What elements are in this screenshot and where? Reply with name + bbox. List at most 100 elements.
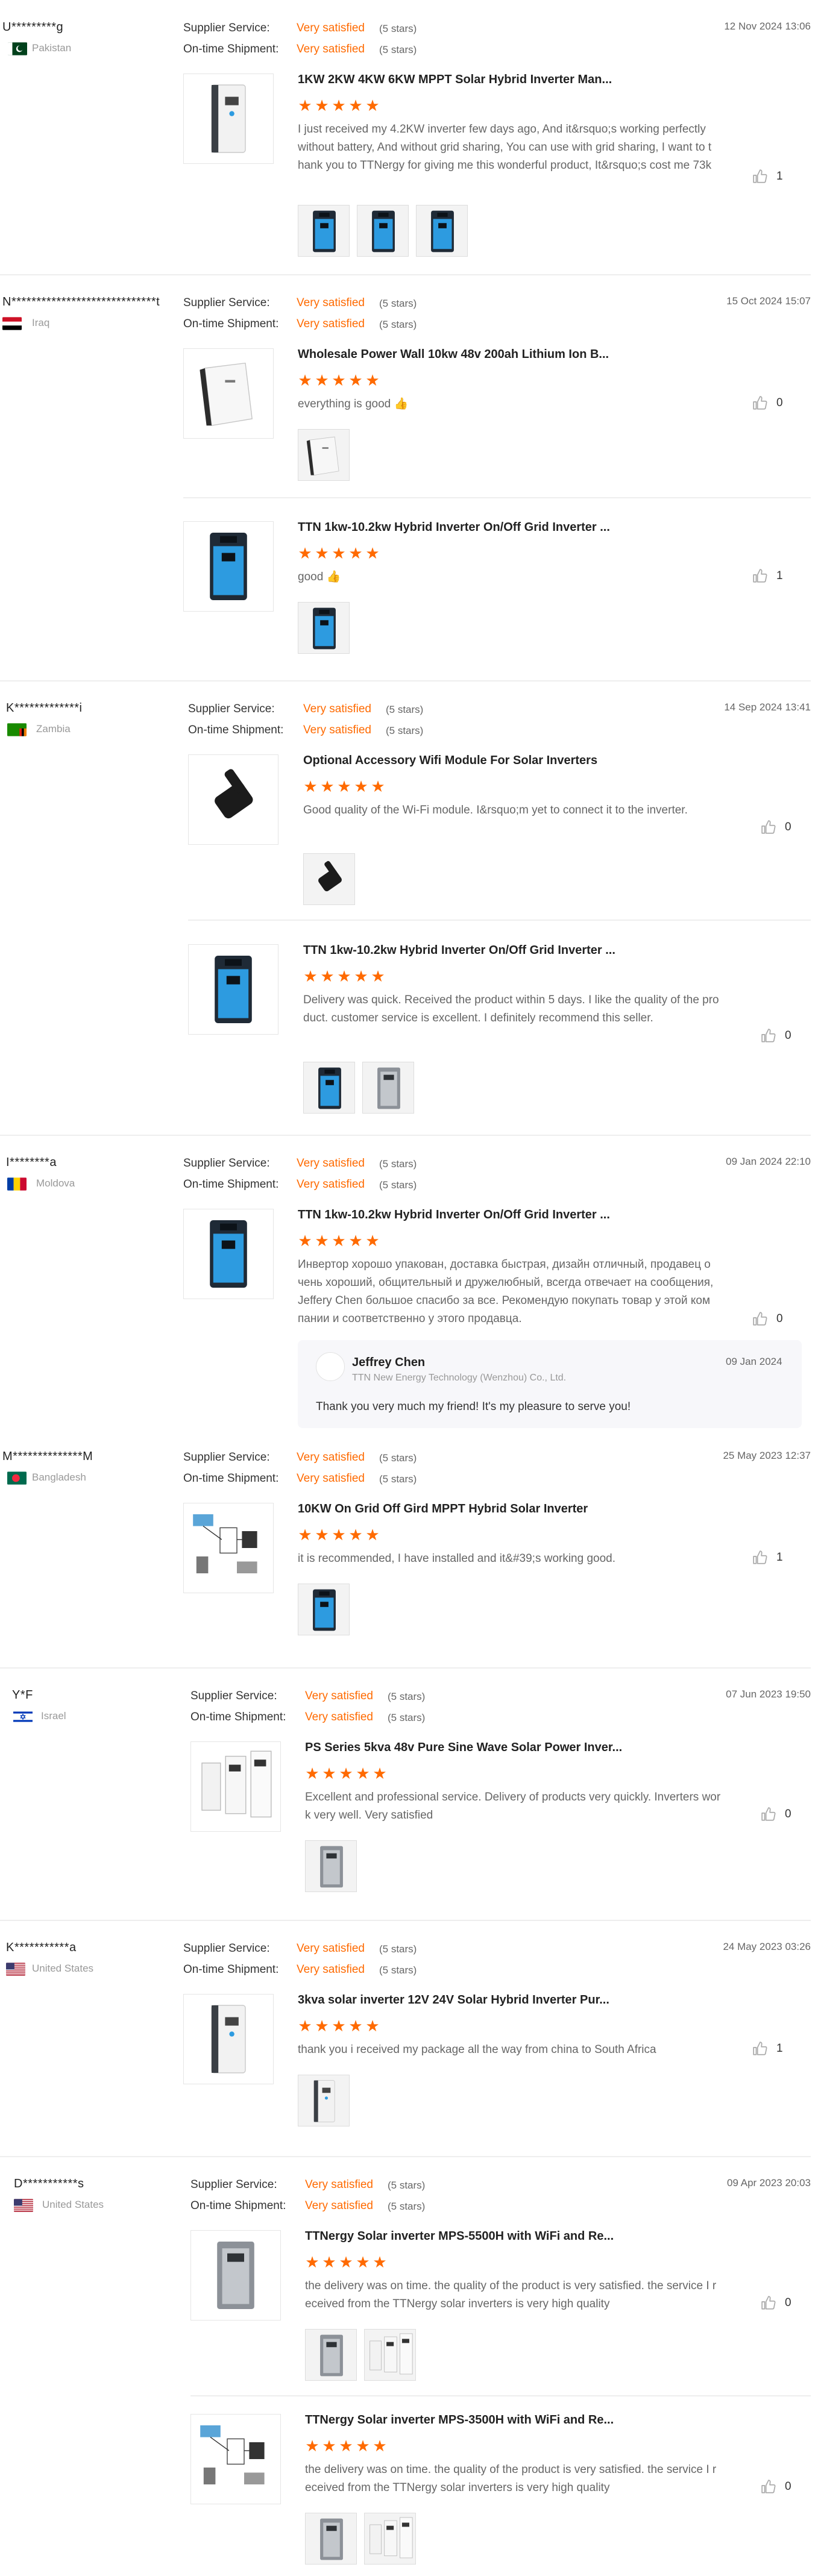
star-icon: ★ <box>365 544 380 562</box>
review-date: 09 Jan 2024 22:10 <box>726 1156 811 1167</box>
star-icon: ★ <box>371 777 385 795</box>
system-diagram-image <box>186 1506 271 1590</box>
ontime-shipment-label: On-time Shipment: <box>183 43 279 55</box>
product-title-link[interactable]: TTN 1kw-10.2kw Hybrid Inverter On/Off Gr… <box>303 944 615 957</box>
like-count: 0 <box>776 396 783 409</box>
review-photo[interactable] <box>298 1584 350 1635</box>
pakistan-flag-icon <box>8 42 27 55</box>
like-button[interactable]: 0 <box>752 1311 783 1327</box>
like-button[interactable]: 0 <box>761 1807 791 1822</box>
bangladesh-flag-icon <box>7 1471 27 1485</box>
like-button[interactable]: 1 <box>752 568 783 584</box>
zambia-flag-icon <box>7 723 27 736</box>
star-icon: ★ <box>371 967 385 985</box>
review-photo[interactable] <box>298 205 350 257</box>
ontime-shipment-stars: (5 stars) <box>379 319 417 330</box>
buyer-name: M**************M <box>2 1450 93 1463</box>
product-title-link[interactable]: Wholesale Power Wall 10kw 48v 200ah Lith… <box>298 348 609 362</box>
thumbs-up-icon <box>761 2295 776 2311</box>
star-icon: ★ <box>337 777 351 795</box>
product-title-link[interactable]: TTNergy Solar inverter MPS-5500H with Wi… <box>305 2230 614 2243</box>
product-thumbnail[interactable] <box>188 754 278 845</box>
thumbs-up-icon <box>761 1807 776 1822</box>
review-date: 07 Jun 2023 19:50 <box>726 1688 811 1700</box>
review-photo[interactable] <box>305 2329 357 2381</box>
review-photo[interactable] <box>357 205 409 257</box>
buyer-country: United States <box>42 2199 104 2210</box>
review-photo[interactable] <box>303 853 355 905</box>
product-title-link[interactable]: TTNergy Solar inverter MPS-3500H with Wi… <box>305 2413 614 2427</box>
review-text: I just received my 4.2KW inverter few da… <box>298 123 712 172</box>
like-button[interactable]: 0 <box>761 2295 791 2311</box>
review-divider <box>0 1920 811 1921</box>
like-count: 1 <box>776 2042 783 2055</box>
product-title-link[interactable]: 3kva solar inverter 12V 24V Solar Hybrid… <box>298 1993 609 2007</box>
inverter-image <box>186 77 271 161</box>
like-button[interactable]: 0 <box>761 819 791 835</box>
product-thumbnail[interactable] <box>190 2230 281 2321</box>
product-title-link[interactable]: Optional Accessory Wifi Module For Solar… <box>303 754 597 768</box>
review-photo[interactable] <box>298 602 350 654</box>
supplier-service-value: Very satisfied <box>305 2178 373 2191</box>
like-count: 1 <box>776 569 783 582</box>
review-photo[interactable] <box>362 1062 414 1114</box>
supplier-service-stars: (5 stars) <box>386 704 424 715</box>
product-thumbnail[interactable] <box>183 1209 274 1299</box>
star-icon: ★ <box>320 777 335 795</box>
product-title-link[interactable]: PS Series 5kva 48v Pure Sine Wave Solar … <box>305 1741 622 1755</box>
inverter-set-image <box>193 1744 278 1829</box>
supplier-service-stars: (5 stars) <box>388 1691 426 1702</box>
review-photo[interactable] <box>416 205 468 257</box>
review-photo[interactable] <box>303 1062 355 1114</box>
product-thumbnail[interactable] <box>183 521 274 612</box>
buyer-name: N*****************************t <box>2 295 160 309</box>
product-title-link[interactable]: TTN 1kw-10.2kw Hybrid Inverter On/Off Gr… <box>298 521 610 534</box>
star-icon: ★ <box>339 2253 353 2271</box>
supplier-service-label: Supplier Service: <box>190 1690 277 1702</box>
ontime-shipment-value: Very satisfied <box>297 318 365 330</box>
review-photo[interactable] <box>364 2513 416 2565</box>
product-thumbnail[interactable] <box>183 348 274 439</box>
like-button[interactable]: 1 <box>752 169 783 184</box>
product-thumbnail[interactable] <box>190 1741 281 1832</box>
review-photo[interactable] <box>305 1840 357 1892</box>
review-photo[interactable] <box>305 2513 357 2565</box>
star-icon: ★ <box>305 1764 319 1782</box>
like-count: 1 <box>776 1551 783 1564</box>
like-button[interactable]: 1 <box>752 1550 783 1565</box>
star-icon: ★ <box>332 96 346 114</box>
product-thumbnail[interactable] <box>190 2414 281 2504</box>
buyer-name: D***********s <box>14 2177 84 2190</box>
star-icon: ★ <box>373 2253 387 2271</box>
product-title-link[interactable]: 1KW 2KW 4KW 6KW MPPT Solar Hybrid Invert… <box>298 73 612 87</box>
buyer-country: Zambia <box>36 723 71 735</box>
supplier-service-stars: (5 stars) <box>379 1452 417 1464</box>
ontime-shipment-stars: (5 stars) <box>379 1179 417 1191</box>
ontime-shipment-value: Very satisfied <box>305 2199 373 2212</box>
powerwall-image <box>186 351 271 436</box>
seller-avatar <box>316 1352 345 1381</box>
product-thumbnail[interactable] <box>188 944 278 1035</box>
product-title-link[interactable]: TTN 1kw-10.2kw Hybrid Inverter On/Off Gr… <box>298 1208 610 1222</box>
rating-stars: ★ ★ ★ ★ ★ <box>305 2253 387 2271</box>
buyer-name: K*************i <box>6 701 83 715</box>
like-button[interactable]: 0 <box>761 2479 791 2495</box>
star-icon: ★ <box>298 544 312 562</box>
buyer-country: Moldova <box>36 1177 75 1189</box>
review-photo[interactable] <box>364 2329 416 2381</box>
review-divider <box>0 2156 811 2157</box>
star-icon: ★ <box>348 544 363 562</box>
product-thumbnail[interactable] <box>183 1994 274 2084</box>
like-button[interactable]: 1 <box>752 2041 783 2057</box>
product-thumbnail[interactable] <box>183 1503 274 1593</box>
review-photo[interactable] <box>298 429 350 481</box>
product-title-link[interactable]: 10KW On Grid Off Gird MPPT Hybrid Solar … <box>298 1502 588 1516</box>
product-thumbnail[interactable] <box>183 74 274 164</box>
like-button[interactable]: 0 <box>761 1028 791 1044</box>
like-button[interactable]: 0 <box>752 395 783 411</box>
like-count: 1 <box>776 170 783 183</box>
thumbs-up-icon <box>761 819 776 835</box>
supplier-service-stars: (5 stars) <box>379 23 417 34</box>
review-photo[interactable] <box>298 2075 350 2126</box>
inverter-image <box>193 2233 278 2317</box>
